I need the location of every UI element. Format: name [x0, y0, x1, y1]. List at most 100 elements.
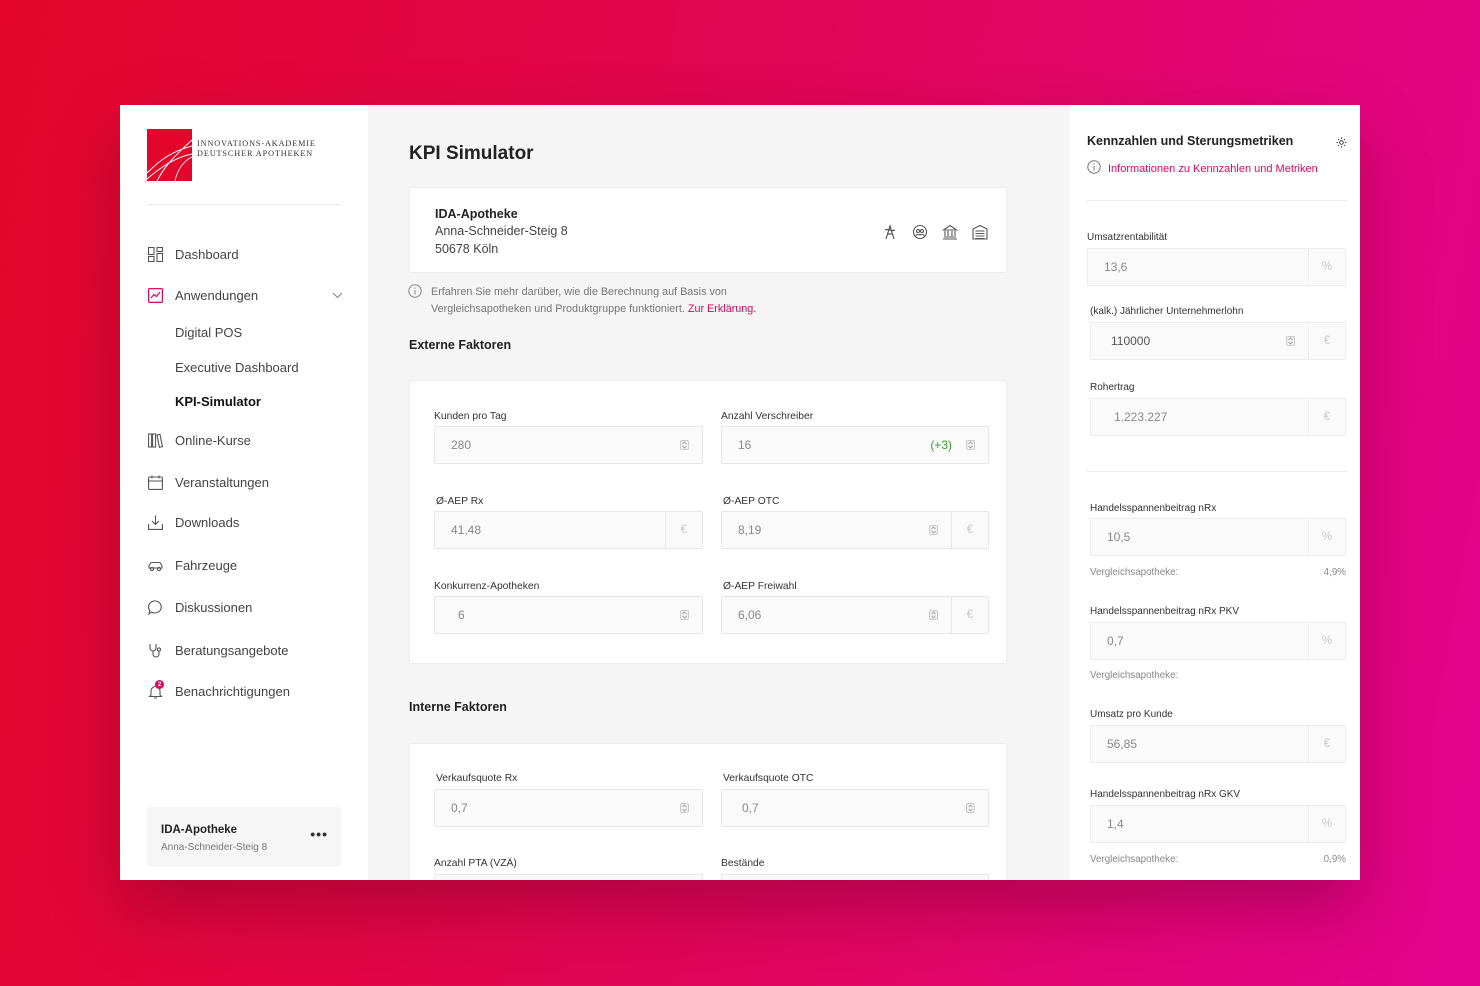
spinner-icon[interactable]: [966, 440, 975, 450]
vq-otc-input[interactable]: 0,7: [721, 789, 989, 827]
euro-unit: €: [1308, 399, 1345, 435]
books-icon: [147, 432, 163, 448]
lohn-input[interactable]: 110000 €: [1090, 322, 1346, 360]
sidebar-item-label: Veranstaltungen: [175, 474, 269, 490]
kunden-value: 280: [451, 438, 472, 452]
more-options-icon[interactable]: •••: [310, 826, 328, 842]
sidebar-subitem-digital-pos[interactable]: Digital POS: [175, 325, 242, 340]
sidebar-item-dashboard[interactable]: Dashboard: [147, 243, 343, 265]
metrics-panel: Kennzahlen und Sterungsmetriken Informat…: [1070, 105, 1360, 880]
euro-unit: €: [951, 512, 988, 548]
car-icon: [147, 557, 163, 573]
pharmacy-symbol-icon[interactable]: [882, 223, 898, 245]
bestaende-input[interactable]: [721, 874, 989, 880]
sidebar-item-label: Downloads: [175, 514, 240, 530]
verschreiber-value: 16: [738, 438, 752, 452]
aep-otc-label: Ø-AEP OTC: [723, 496, 780, 507]
bestaende-label: Bestände: [721, 858, 765, 869]
nrx-pkv-compare-label: Vergleichsapotheke:: [1090, 670, 1179, 681]
umsatzrentabilitaet-value: 13,6: [1104, 260, 1128, 274]
panel-divider: [1087, 200, 1347, 201]
vq-rx-value: 0,7: [451, 801, 468, 815]
sidebar: INNOVATIONS-AKADEMIE DEUTSCHER APOTHEKEN…: [120, 105, 368, 880]
konkurrenz-label: Konkurrenz-Apotheken: [434, 581, 540, 592]
umsatz-kunde-value: 56,85: [1107, 737, 1138, 751]
info-text-line-1: Erfahren Sie mehr darüber, wie die Berec…: [431, 286, 727, 298]
bell-icon: 2: [147, 680, 164, 699]
brand-line-2: DEUTSCHER APOTHEKEN: [197, 149, 314, 158]
lohn-value: 110000: [1111, 334, 1151, 348]
sidebar-item-veranstaltungen[interactable]: Veranstaltungen: [147, 471, 343, 493]
nrx-field: 10,5 %: [1090, 518, 1346, 556]
vq-rx-input[interactable]: 0,7: [434, 789, 703, 827]
dashboard-icon: [147, 246, 163, 262]
metrics-info-link[interactable]: Informationen zu Kennzahlen und Metriken: [1087, 160, 1318, 177]
lohn-label: (kalk.) Jährlicher Unternehmerlohn: [1090, 306, 1244, 317]
spinner-icon[interactable]: [929, 610, 938, 620]
warehouse-icon[interactable]: [972, 224, 988, 245]
sidebar-item-label: Anwendungen: [175, 287, 259, 303]
spinner-icon[interactable]: [680, 610, 689, 620]
metrics-panel-title: Kennzahlen und Sterungsmetriken: [1087, 134, 1294, 148]
main-content: KPI Simulator IDA-Apotheke Anna-Schneide…: [368, 105, 1070, 880]
sidebar-subitem-executive-dashboard[interactable]: Executive Dashboard: [175, 360, 299, 375]
verschreiber-label: Anzahl Verschreiber: [721, 411, 814, 422]
pta-input[interactable]: [434, 874, 703, 880]
nrx-pkv-field: 0,7 %: [1090, 622, 1346, 660]
aep-otc-input[interactable]: 8,19 €: [721, 511, 989, 549]
stethoscope-icon: [147, 642, 163, 658]
info-text-line-2: Vergleichsapotheken und Produktgruppe fu…: [431, 301, 756, 318]
nrx-pkv-value: 0,7: [1107, 634, 1124, 648]
sidebar-item-benachrichtigungen[interactable]: 2 Benachrichtigungen: [147, 680, 343, 702]
sidebar-item-label: Fahrzeuge: [175, 557, 238, 573]
notification-badge: 2: [155, 680, 164, 689]
aep-frei-value: 6,06: [738, 608, 762, 622]
calendar-icon: [147, 474, 163, 490]
explanation-link[interactable]: Zur Erklärung.: [688, 303, 756, 315]
gear-icon[interactable]: [1336, 135, 1347, 153]
verschreiber-input[interactable]: 16 (+3): [721, 426, 989, 464]
sidebar-item-diskussionen[interactable]: Diskussionen: [147, 596, 343, 618]
nrx-value: 10,5: [1107, 530, 1131, 544]
kunden-label: Kunden pro Tag: [434, 411, 507, 422]
percent-unit: %: [1308, 519, 1345, 555]
euro-unit: €: [951, 597, 988, 633]
aep-frei-label: Ø-AEP Freiwahl: [723, 581, 797, 592]
spinner-icon[interactable]: [680, 803, 689, 813]
profile-card[interactable]: IDA-Apotheke Anna-Schneider-Steig 8 •••: [147, 807, 341, 867]
spinner-icon[interactable]: [680, 440, 689, 450]
nrx-gkv-label: Handelsspannenbeitrag nRx GKV: [1090, 789, 1241, 800]
bank-icon[interactable]: [941, 224, 959, 245]
brand-logo[interactable]: INNOVATIONS-AKADEMIE DEUTSCHER APOTHEKEN: [147, 129, 337, 181]
spinner-icon[interactable]: [929, 525, 938, 535]
percent-unit: %: [1308, 806, 1345, 842]
konkurrenz-input[interactable]: 6: [434, 596, 703, 634]
kunden-input[interactable]: 280: [434, 426, 703, 464]
konkurrenz-value: 6: [458, 608, 465, 622]
sidebar-item-anwendungen[interactable]: Anwendungen: [147, 284, 343, 306]
aep-frei-input[interactable]: 6,06 €: [721, 596, 989, 634]
chevron-down-icon[interactable]: [332, 287, 343, 302]
people-icon[interactable]: [912, 224, 928, 245]
aep-rx-input[interactable]: 41,48 €: [434, 511, 703, 549]
sidebar-item-beratungsangebote[interactable]: Beratungsangebote: [147, 639, 343, 661]
sidebar-item-downloads[interactable]: Downloads: [147, 511, 343, 533]
pharmacy-city: 50678 Köln: [435, 242, 499, 256]
logo-mark-icon: [147, 129, 192, 181]
panel-divider: [1087, 471, 1347, 472]
sidebar-divider: [147, 204, 341, 205]
sidebar-item-online-kurse[interactable]: Online-Kurse: [147, 429, 343, 451]
spinner-icon[interactable]: [1286, 336, 1295, 346]
euro-unit: €: [665, 512, 702, 548]
aep-rx-value: 41,48: [451, 523, 482, 537]
sidebar-item-label: Diskussionen: [175, 599, 253, 615]
pharmacy-icons: [882, 223, 988, 245]
sidebar-subitem-kpi-simulator[interactable]: KPI-Simulator: [175, 394, 261, 409]
pharmacy-card: IDA-Apotheke Anna-Schneider-Steig 8 5067…: [409, 187, 1007, 273]
sidebar-item-fahrzeuge[interactable]: Fahrzeuge: [147, 554, 343, 576]
external-factors-card: Kunden pro Tag 280 Anzahl Verschreiber 1…: [409, 380, 1007, 664]
pharmacy-name: IDA-Apotheke: [435, 207, 518, 221]
euro-unit: €: [1308, 726, 1345, 762]
euro-unit: €: [1308, 323, 1345, 359]
spinner-icon[interactable]: [966, 803, 975, 813]
